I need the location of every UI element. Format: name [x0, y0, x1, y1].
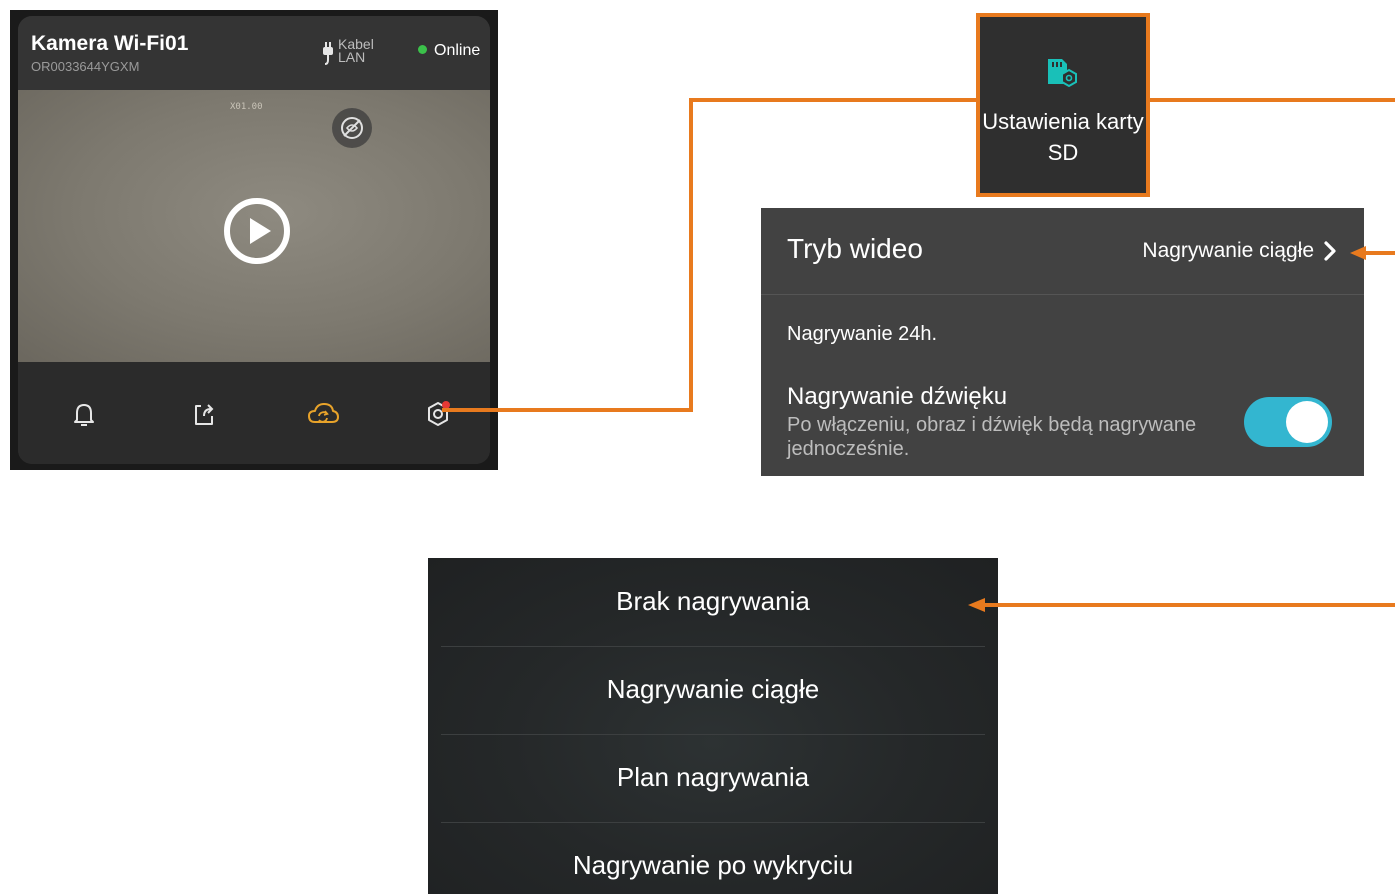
camera-panel: Kamera Wi-Fi01 OR0033644YGXM Kabel LAN O…	[18, 16, 490, 464]
camera-serial: OR0033644YGXM	[31, 59, 140, 74]
camera-name: Kamera Wi-Fi01	[31, 32, 189, 55]
alarm-button[interactable]	[68, 398, 100, 430]
status-text: Online	[434, 42, 481, 59]
video-timestamp: X01.00	[230, 102, 263, 112]
online-dot-icon	[418, 45, 427, 54]
audio-recording-toggle[interactable]	[1244, 397, 1332, 447]
connection-info: Kabel LAN	[322, 36, 392, 74]
video-mode-description: Nagrywanie 24h.	[787, 323, 938, 345]
share-button[interactable]	[188, 398, 220, 430]
settings-icon	[428, 401, 450, 426]
chevron-right-icon	[1324, 241, 1336, 261]
video-mode-panel: Tryb wideo Nagrywanie ciągłe Nagrywanie …	[761, 208, 1364, 476]
audio-recording-subtitle: Po włączeniu, obraz i dźwięk będą nagryw…	[787, 414, 1197, 460]
privacy-toggle-button[interactable]	[332, 108, 372, 148]
camera-toolbar	[18, 362, 490, 464]
toggle-knob	[1286, 401, 1328, 443]
cloud-playback-button[interactable]	[306, 398, 339, 430]
sd-card-settings-button[interactable]: Ustawienia karty SD	[976, 13, 1150, 197]
option-no-recording[interactable]: Brak nagrywania	[441, 558, 985, 647]
plug-icon	[323, 42, 333, 65]
eye-off-icon	[341, 117, 363, 139]
audio-recording-title: Nagrywanie dźwięku	[787, 383, 1008, 410]
option-continuous-recording[interactable]: Nagrywanie ciągłe	[441, 646, 985, 735]
screen: Kamera Wi-Fi01 OR0033644YGXM Kabel LAN O…	[0, 0, 1395, 894]
video-mode-title: Tryb wideo	[787, 233, 923, 264]
video-mode-value: Nagrywanie ciągłe	[1142, 239, 1314, 262]
bell-icon	[74, 404, 94, 426]
option-recording-schedule[interactable]: Plan nagrywania	[441, 734, 985, 823]
sd-card-settings-label: Ustawienia karty SD	[982, 109, 1144, 165]
share-icon	[195, 404, 214, 425]
play-icon	[224, 198, 290, 264]
settings-button[interactable]	[422, 398, 454, 430]
sd-card-settings-icon	[1048, 59, 1077, 88]
cloud-playback-icon	[308, 403, 339, 423]
connection-type: Kabel LAN	[338, 36, 374, 65]
video-preview[interactable]: X01.00	[18, 90, 490, 362]
recording-mode-options: Brak nagrywania Nagrywanie ciągłe Plan n…	[428, 558, 998, 894]
status-badge: Online	[418, 42, 480, 60]
option-motion-recording[interactable]: Nagrywanie po wykryciu	[441, 822, 985, 894]
camera-card: Kamera Wi-Fi01 OR0033644YGXM Kabel LAN O…	[10, 10, 498, 470]
play-button[interactable]	[222, 196, 292, 266]
video-mode-row[interactable]: Tryb wideo Nagrywanie ciągłe	[761, 208, 1364, 295]
camera-header: Kamera Wi-Fi01 OR0033644YGXM Kabel LAN O…	[18, 16, 490, 90]
